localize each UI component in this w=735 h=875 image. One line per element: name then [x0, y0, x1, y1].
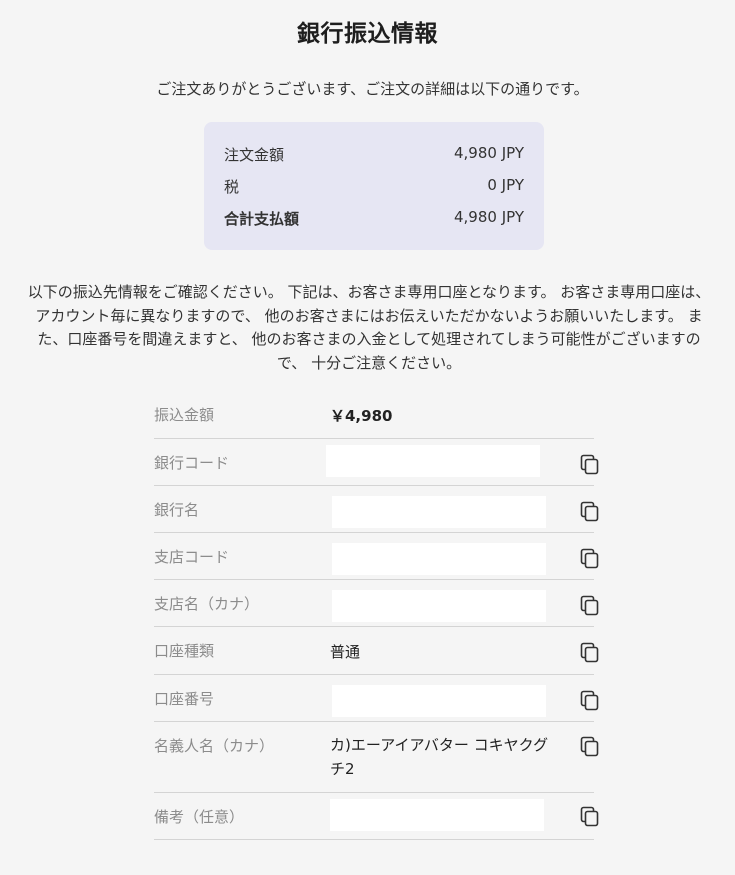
masked-value: [332, 496, 546, 528]
row-label: 振込金額: [154, 406, 215, 424]
notice-line: アカウント毎に異なりますので、 他のお客さまにはお伝えいただかないようお願いいた…: [35, 306, 703, 325]
summary-label: 注文金額: [224, 146, 285, 164]
row-account-number: 口座番号: [154, 675, 599, 722]
row-value: カ)エーアイアバター コキヤクグ チ2: [330, 733, 560, 781]
copy-icon[interactable]: [580, 595, 600, 617]
row-label: 支店名（カナ）: [154, 595, 260, 613]
row-label: 銀行コード: [154, 454, 230, 472]
row-label: 口座番号: [154, 690, 215, 708]
row-bank-code: 銀行コード: [154, 439, 599, 486]
holder-name-line2: チ2: [330, 760, 355, 778]
copy-icon[interactable]: [580, 454, 600, 476]
notice-line: で、 十分ご注意ください。: [276, 353, 462, 372]
bank-transfer-page: 銀行振込情報 ご注文ありがとうございます、ご注文の詳細は以下の通りです。 注文金…: [0, 0, 735, 875]
masked-value: [326, 445, 540, 477]
holder-name-line1: カ)エーアイアバター コキヤクグ: [330, 736, 549, 754]
summary-value: 4,980 JPY: [453, 208, 524, 226]
summary-label: 税: [224, 178, 240, 196]
masked-value: [332, 590, 546, 622]
row-label: 備考（任意）: [154, 808, 245, 826]
summary-label: 合計支払額: [224, 210, 300, 228]
masked-value: [330, 799, 544, 831]
row-memo: 備考（任意）: [154, 793, 599, 840]
summary-value: 4,980 JPY: [453, 144, 524, 162]
row-transfer-amount: 振込金額 ￥4,980: [154, 392, 594, 439]
row-branch-name: 支店名（カナ）: [154, 580, 599, 627]
masked-value: [332, 685, 546, 717]
masked-value: [332, 543, 546, 575]
transfer-info-table: 振込金額 ￥4,980 銀行コード 銀行名 支店コード 支店名（カナ） 口座種類…: [154, 392, 599, 840]
row-label: 名義人名（カナ）: [154, 737, 275, 755]
order-summary: 注文金額 4,980 JPY 税 0 JPY 合計支払額 4,980 JPY: [204, 122, 544, 250]
notice-text: 以下の振込先情報をご確認ください。 下記は、お客さま専用口座となります。 お客さ…: [8, 281, 730, 375]
row-branch-code: 支店コード: [154, 533, 599, 580]
intro-text: ご注文ありがとうございます、ご注文の詳細は以下の通りです。: [156, 80, 589, 98]
row-label: 口座種類: [154, 642, 215, 660]
summary-value: 0 JPY: [487, 176, 524, 194]
row-account-holder: 名義人名（カナ） カ)エーアイアバター コキヤクグ チ2: [154, 722, 599, 793]
row-value: ￥4,980: [330, 407, 393, 425]
copy-icon[interactable]: [580, 642, 600, 664]
row-account-type: 口座種類 普通: [154, 627, 599, 675]
copy-icon[interactable]: [580, 806, 600, 828]
row-label: 支店コード: [154, 548, 230, 566]
row-bank-name: 銀行名: [154, 486, 599, 533]
copy-icon[interactable]: [580, 736, 600, 758]
page-title: 銀行振込情報: [297, 21, 438, 47]
copy-icon[interactable]: [580, 548, 600, 570]
notice-line: 以下の振込先情報をご確認ください。 下記は、お客さま専用口座となります。 お客さ…: [27, 283, 711, 301]
copy-icon[interactable]: [580, 501, 600, 523]
notice-line: た、口座番号を間違えますと、 他のお客さまの入金として処理されてしまう可能性がご…: [37, 330, 701, 348]
row-label: 銀行名: [154, 501, 200, 519]
copy-icon[interactable]: [580, 690, 600, 712]
row-value: 普通: [330, 643, 361, 661]
